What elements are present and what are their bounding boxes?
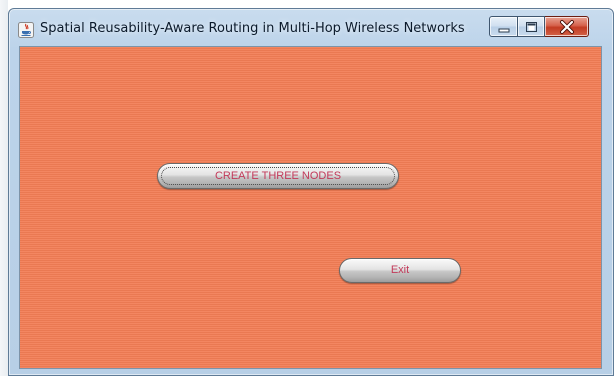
create-three-nodes-button[interactable]: CREATE THREE NODES xyxy=(157,163,399,189)
maximize-button[interactable] xyxy=(518,16,545,37)
title-bar[interactable]: Spatial Reusability-Aware Routing in Mul… xyxy=(9,9,613,46)
create-three-nodes-label: CREATE THREE NODES xyxy=(214,170,342,182)
window-title: Spatial Reusability-Aware Routing in Mul… xyxy=(40,21,465,36)
close-button[interactable] xyxy=(545,16,589,37)
minimize-icon xyxy=(498,28,510,33)
screen: Spatial Reusability-Aware Routing in Mul… xyxy=(0,0,614,376)
maximize-icon xyxy=(526,22,537,32)
java-icon xyxy=(18,22,34,38)
exit-label: Exit xyxy=(390,264,410,276)
close-icon xyxy=(560,20,574,34)
desktop-background xyxy=(0,0,8,376)
app-window: Spatial Reusability-Aware Routing in Mul… xyxy=(8,8,614,376)
minimize-button[interactable] xyxy=(489,16,518,37)
content-panel: CREATE THREE NODES Exit xyxy=(19,46,602,369)
exit-button[interactable]: Exit xyxy=(339,258,461,283)
